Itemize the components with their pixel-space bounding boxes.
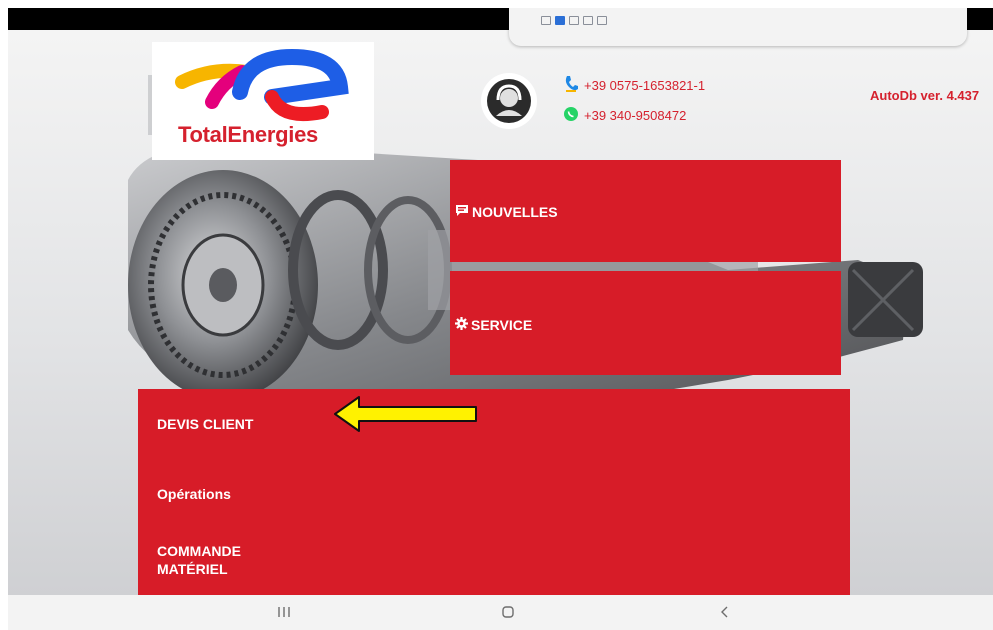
mail-icon [541, 16, 551, 25]
commande-line-2: MATÉRIEL [157, 561, 228, 577]
calendar-icon [597, 16, 607, 25]
app-version-label: AutoDb ver. 4.437 [870, 88, 980, 103]
phone-icon [564, 75, 578, 96]
nouvelles-label: NOUVELLES [455, 204, 558, 220]
back-icon[interactable] [704, 600, 744, 624]
menu-item-operations[interactable]: Opérations [157, 485, 231, 503]
android-navigation-bar [8, 595, 993, 630]
service-label: SERVICE [455, 317, 532, 333]
phone-contact[interactable]: +39 0575-1653821-1 [564, 75, 705, 96]
logo-wordmark: TotalEnergies [178, 122, 318, 147]
nouvelles-text: NOUVELLES [472, 204, 558, 220]
notification-icons [541, 16, 607, 25]
arrow-left-icon [334, 396, 477, 432]
commande-line-1: COMMANDE [157, 543, 241, 559]
whatsapp-number: +39 340-9508472 [584, 108, 687, 123]
menu-item-commande-materiel[interactable]: COMMANDE MATÉRIEL [157, 542, 307, 578]
whatsapp-contact[interactable]: +39 340-9508472 [564, 107, 686, 124]
service-text: SERVICE [471, 317, 533, 333]
recent-apps-icon[interactable] [264, 600, 304, 624]
whatsapp-icon [564, 107, 578, 124]
home-icon[interactable] [488, 600, 528, 624]
headset-support-icon[interactable] [484, 76, 534, 126]
phone-number: +39 0575-1653821-1 [584, 78, 706, 93]
floating-notification-bar[interactable] [509, 8, 967, 46]
menu-item-devis-client[interactable]: DEVIS CLIENT [157, 415, 253, 433]
company-logo: TotalEnergies [152, 42, 374, 160]
message-icon [455, 204, 469, 220]
main-menu-panel: DEVIS CLIENT Opérations COMMANDE MATÉRIE… [138, 389, 850, 595]
totalenergies-logo-mark [175, 48, 349, 122]
gear-icon [455, 317, 468, 333]
nouvelles-tile[interactable]: NOUVELLES [450, 160, 841, 262]
cloud-icon [583, 16, 593, 25]
image-icon [569, 16, 579, 25]
app-frame: TotalEnergies +39 0575-1653821-1 +39 340… [8, 8, 993, 630]
service-tile[interactable]: SERVICE [450, 271, 841, 375]
app-icon [555, 16, 565, 25]
